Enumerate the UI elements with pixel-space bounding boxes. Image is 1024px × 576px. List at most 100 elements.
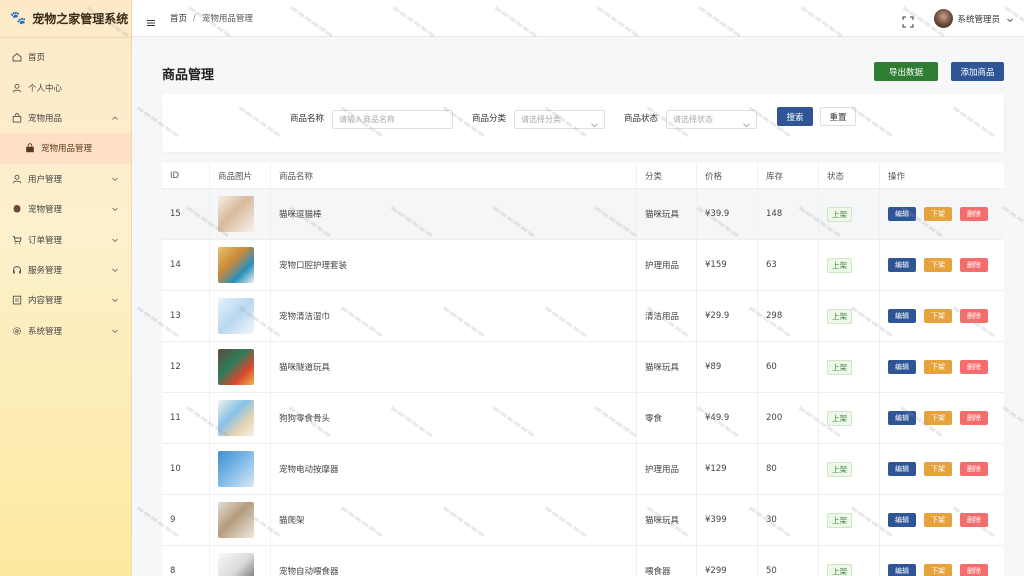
- status-badge: 上架: [827, 308, 852, 324]
- cell-actions: 编辑 下架 删除: [880, 240, 1004, 290]
- breadcrumb: 首页 / 宠物用品管理: [170, 12, 253, 24]
- cell-status: 上架: [819, 240, 880, 290]
- cell-price: ¥49.9: [697, 393, 758, 443]
- cell-actions: 编辑 下架 删除: [880, 495, 1004, 545]
- unlist-button[interactable]: 下架: [924, 258, 952, 272]
- delete-button[interactable]: 删除: [960, 258, 988, 272]
- unlist-button[interactable]: 下架: [924, 207, 952, 221]
- sidebar-item-users[interactable]: 用户管理: [0, 164, 131, 194]
- chevron-down-icon: [111, 175, 119, 183]
- gear-icon: [11, 325, 22, 336]
- reset-button[interactable]: 重置: [820, 107, 856, 126]
- cell-category: 猫咪玩具: [637, 342, 697, 392]
- sidebar-item-pet-supplies[interactable]: 宠物用品: [0, 103, 131, 133]
- cell-price: ¥399: [697, 495, 758, 545]
- col-header-stock: 库存: [758, 163, 819, 188]
- unlist-button[interactable]: 下架: [924, 309, 952, 323]
- edit-button[interactable]: 编辑: [888, 411, 916, 425]
- sidebar-item-pet-supplies-management[interactable]: 宠物用品管理: [0, 133, 131, 164]
- edit-button[interactable]: 编辑: [888, 462, 916, 476]
- delete-button[interactable]: 删除: [960, 564, 988, 576]
- document-icon: [11, 295, 22, 306]
- cell-id: 10: [162, 444, 210, 494]
- edit-button[interactable]: 编辑: [888, 309, 916, 323]
- edit-button[interactable]: 编辑: [888, 564, 916, 576]
- chevron-down-icon: [111, 205, 119, 213]
- status-select[interactable]: 请选择状态: [666, 110, 757, 129]
- product-name-label: 商品名称: [290, 114, 325, 124]
- cell-category: 清洁用品: [637, 291, 697, 341]
- unlist-button[interactable]: 下架: [924, 564, 952, 576]
- edit-button[interactable]: 编辑: [888, 360, 916, 374]
- avatar[interactable]: [934, 9, 954, 28]
- col-header-actions: 操作: [888, 171, 906, 182]
- sidebar-item-label: 用户管理: [28, 174, 63, 185]
- cell-image: [210, 444, 271, 494]
- cell-status: 上架: [819, 444, 880, 494]
- user-name[interactable]: 系统管理员: [957, 13, 1000, 25]
- edit-button[interactable]: 编辑: [888, 258, 916, 272]
- product-thumbnail: [218, 451, 254, 487]
- product-thumbnail: [218, 349, 254, 385]
- cell-category: 护理用品: [637, 444, 697, 494]
- delete-button[interactable]: 删除: [960, 360, 988, 374]
- paw-icon: [11, 204, 22, 215]
- status-placeholder: 请选择状态: [673, 115, 713, 124]
- cell-id: 12: [162, 342, 210, 392]
- sidebar-item-profile[interactable]: 个人中心: [0, 72, 131, 102]
- sidebar-item-system[interactable]: 系统管理: [0, 316, 131, 346]
- product-thumbnail: [218, 196, 254, 232]
- cell-stock: 148: [758, 189, 819, 239]
- cell-name: 宠物清洁湿巾: [271, 291, 637, 341]
- sidebar-item-pets[interactable]: 宠物管理: [0, 194, 131, 224]
- search-button[interactable]: 搜索: [777, 107, 813, 126]
- sidebar-item-orders[interactable]: 订单管理: [0, 224, 131, 254]
- sidebar-item-content[interactable]: 内容管理: [0, 285, 131, 315]
- category-select[interactable]: 请选择分类: [514, 110, 605, 129]
- breadcrumb-home[interactable]: 首页: [170, 12, 187, 24]
- cell-price: ¥299: [697, 546, 758, 576]
- cell-category: 护理用品: [637, 240, 697, 290]
- chevron-up-icon: [111, 114, 119, 122]
- sidebar: 🐾 宠物之家管理系统 首页 个人中心 宠物用品 宠物用品管理 用户管理 宠物管理: [0, 0, 132, 576]
- table-row: 14 宠物口腔护理套装 护理用品 ¥159 63 上架 编辑 下架 删除: [162, 240, 1004, 291]
- unlist-button[interactable]: 下架: [924, 360, 952, 374]
- cell-actions: 编辑 下架 删除: [880, 291, 1004, 341]
- table-header: ID 商品图片 商品名称 分类 价格 库存 状态 操作: [162, 163, 1004, 189]
- menu-toggle-icon[interactable]: [146, 13, 156, 27]
- cell-name: 猫咪隧道玩具: [271, 342, 637, 392]
- unlist-button[interactable]: 下架: [924, 513, 952, 527]
- table-row: 10 宠物电动按摩器 护理用品 ¥129 80 上架 编辑 下架 删除: [162, 444, 1004, 495]
- fullscreen-icon[interactable]: [902, 13, 914, 27]
- status-badge: 上架: [827, 410, 852, 426]
- delete-button[interactable]: 删除: [960, 513, 988, 527]
- cell-stock: 298: [758, 291, 819, 341]
- cell-image: [210, 495, 271, 545]
- cell-actions: 编辑 下架 删除: [880, 189, 1004, 239]
- table-row: 9 猫爬架 猫咪玩具 ¥399 30 上架 编辑 下架 删除: [162, 495, 1004, 546]
- cell-id: 8: [162, 546, 210, 576]
- delete-button[interactable]: 删除: [960, 462, 988, 476]
- table-row: 13 宠物清洁湿巾 清洁用品 ¥29.9 298 上架 编辑 下架 删除: [162, 291, 1004, 342]
- unlist-button[interactable]: 下架: [924, 411, 952, 425]
- status-badge: 上架: [827, 206, 852, 222]
- headset-icon: [11, 264, 22, 275]
- delete-button[interactable]: 删除: [960, 207, 988, 221]
- col-header-name: 商品名称: [271, 163, 637, 188]
- sidebar-item-services[interactable]: 服务管理: [0, 255, 131, 285]
- edit-button[interactable]: 编辑: [888, 207, 916, 221]
- delete-button[interactable]: 删除: [960, 411, 988, 425]
- cell-price: ¥89: [697, 342, 758, 392]
- add-product-button[interactable]: 添加商品: [951, 62, 1004, 81]
- cell-id: 15: [162, 189, 210, 239]
- delete-button[interactable]: 删除: [960, 309, 988, 323]
- edit-button[interactable]: 编辑: [888, 513, 916, 527]
- cell-category: 猫咪玩具: [637, 495, 697, 545]
- sidebar-item-home[interactable]: 首页: [0, 42, 131, 72]
- export-data-button[interactable]: 导出数据: [874, 62, 938, 81]
- user-icon: [11, 173, 22, 184]
- product-name-input[interactable]: 请输入商品名称: [332, 110, 453, 129]
- chevron-down-icon[interactable]: [1006, 9, 1014, 28]
- chevron-down-icon: [111, 296, 119, 304]
- unlist-button[interactable]: 下架: [924, 462, 952, 476]
